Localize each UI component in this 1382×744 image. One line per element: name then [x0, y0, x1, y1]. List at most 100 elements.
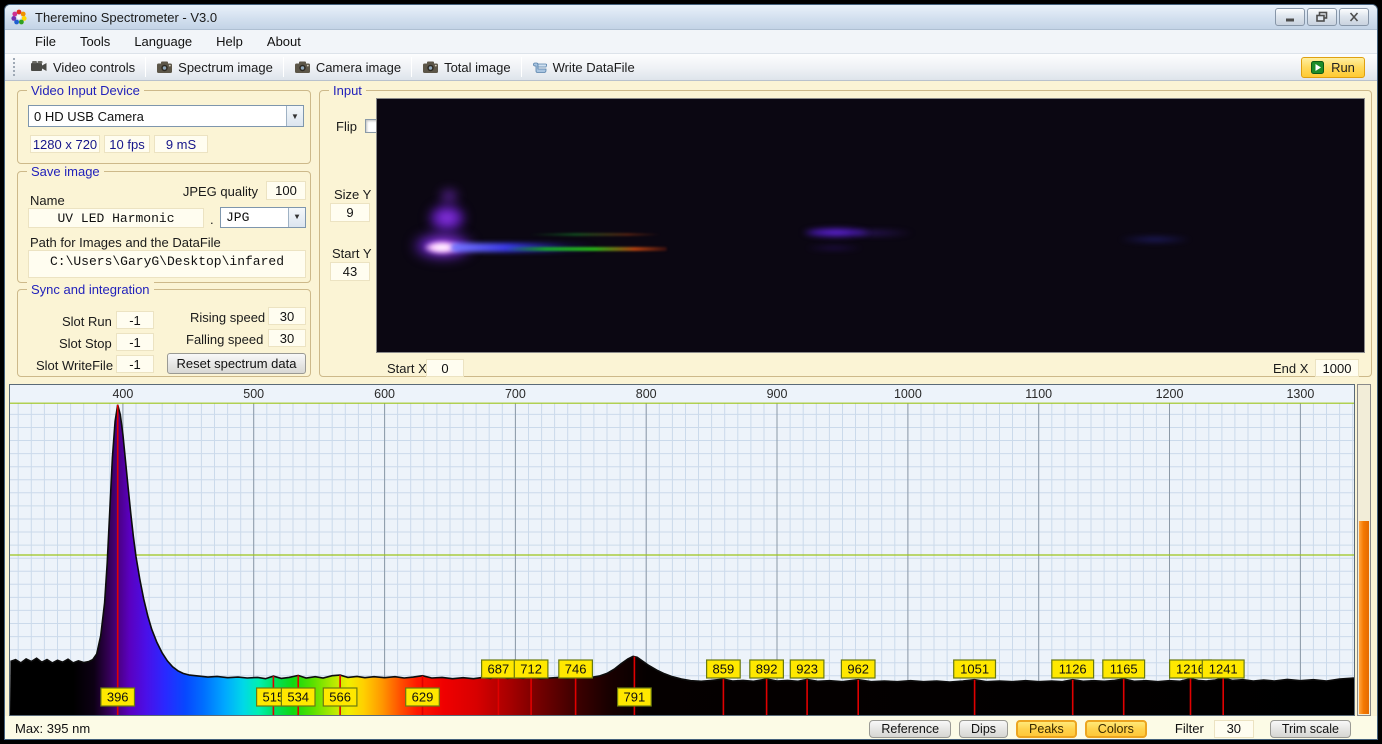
chevron-down-icon: ▼ — [288, 208, 305, 227]
run-label: Run — [1331, 60, 1355, 75]
start-x-label: Start X — [387, 361, 427, 376]
slot-writefile-value[interactable]: -1 — [116, 355, 154, 373]
toolbar-separator — [145, 57, 146, 77]
app-icon — [11, 9, 27, 25]
spectral-blob-violet-small — [437, 187, 461, 205]
menu-about[interactable]: About — [255, 31, 313, 52]
format-select[interactable]: JPG ▼ — [220, 207, 306, 228]
x-tick-label: 800 — [636, 387, 657, 401]
spectral-line-green-red — [505, 247, 667, 251]
slot-stop-label: Slot Stop — [59, 336, 112, 351]
peak-label-text: 1241 — [1209, 662, 1238, 677]
peak-label-text: 712 — [520, 662, 542, 677]
spectral-line-upper — [529, 233, 661, 236]
input-group: Input Flip Size Y 9 Start Y 43 Start X 0… — [319, 90, 1372, 377]
menu-tools[interactable]: Tools — [68, 31, 122, 52]
video-device-select[interactable]: 0 HD USB Camera ▼ — [28, 105, 304, 127]
total-image-label: Total image — [444, 60, 510, 75]
format-value: JPG — [221, 210, 288, 225]
peak-label-text: 962 — [847, 662, 869, 677]
camera-icon — [294, 60, 311, 74]
fps-value: 10 fps — [104, 135, 150, 153]
peak-label-text: 892 — [756, 662, 778, 677]
camera-image-button[interactable]: Camera image — [287, 57, 408, 78]
video-controls-button[interactable]: Video controls — [23, 57, 142, 78]
video-input-group: Video Input Device 0 HD USB Camera ▼ 128… — [17, 90, 311, 164]
menu-help[interactable]: Help — [204, 31, 255, 52]
run-button[interactable]: Run — [1301, 57, 1365, 78]
reference-button[interactable]: Reference — [869, 720, 951, 738]
total-image-button[interactable]: Total image — [415, 57, 517, 78]
toolbar-separator — [283, 57, 284, 77]
x-tick-label: 500 — [243, 387, 264, 401]
slot-stop-value[interactable]: -1 — [116, 333, 154, 351]
close-button[interactable] — [1339, 8, 1369, 26]
peak-label-text: 791 — [624, 690, 646, 705]
path-input[interactable]: C:\Users\GaryG\Desktop\infared — [28, 250, 306, 278]
dips-button[interactable]: Dips — [959, 720, 1008, 738]
peak-label-text: 746 — [565, 662, 587, 677]
exposure-value: 9 mS — [154, 135, 208, 153]
camera-image-label: Camera image — [316, 60, 401, 75]
peak-label-text: 566 — [329, 690, 351, 705]
name-input[interactable]: UV LED Harmonic — [28, 208, 204, 228]
peak-label-text: 923 — [796, 662, 818, 677]
menu-language[interactable]: Language — [122, 31, 204, 52]
spectral-streak-2-tail — [855, 230, 915, 236]
play-icon — [1311, 61, 1324, 74]
start-y-value[interactable]: 43 — [330, 262, 370, 281]
jpeg-quality-label: JPEG quality — [183, 184, 258, 199]
camera-frame — [376, 98, 1365, 353]
x-tick-label: 1100 — [1025, 387, 1052, 401]
video-camera-icon — [30, 60, 48, 74]
status-bar: Max: 395 nm Reference Dips Peaks Colors … — [5, 716, 1377, 740]
video-device-value: 0 HD USB Camera — [29, 109, 286, 124]
chevron-down-icon: ▼ — [286, 106, 303, 126]
trim-scale-button[interactable]: Trim scale — [1270, 720, 1351, 738]
toolbar-separator — [411, 57, 412, 77]
title-bar: Theremino Spectrometer - V3.0 — [5, 5, 1377, 30]
end-x-value[interactable]: 1000 — [1315, 359, 1359, 377]
write-datafile-button[interactable]: Write DataFile — [525, 57, 642, 78]
filter-label: Filter — [1175, 721, 1204, 736]
spectral-blob-violet — [427, 203, 467, 233]
slot-run-label: Slot Run — [62, 314, 112, 329]
x-tick-label: 1300 — [1286, 387, 1314, 401]
start-x-value[interactable]: 0 — [426, 359, 464, 377]
end-x-label: End X — [1273, 361, 1308, 376]
falling-speed-label: Falling speed — [186, 332, 263, 347]
jpeg-quality-value[interactable]: 100 — [266, 181, 306, 200]
sync-group: Sync and integration Slot Run -1 Slot St… — [17, 289, 311, 377]
spectrum-plot: 4005006007008009001000110012001300687712… — [10, 385, 1354, 715]
spectral-streak-2-lower — [805, 245, 863, 251]
peaks-button[interactable]: Peaks — [1016, 720, 1077, 738]
level-meter-fill — [1359, 521, 1369, 714]
x-tick-label: 900 — [767, 387, 788, 401]
colors-button[interactable]: Colors — [1085, 720, 1147, 738]
save-image-group: Save image JPEG quality 100 Name UV LED … — [17, 171, 311, 283]
spectrum-image-label: Spectrum image — [178, 60, 273, 75]
peak-label-text: 1216 — [1176, 662, 1205, 677]
dot-separator: . — [210, 212, 214, 227]
minimize-button[interactable] — [1275, 8, 1305, 26]
restore-button[interactable] — [1307, 8, 1337, 26]
reset-spectrum-button[interactable]: Reset spectrum data — [167, 353, 306, 374]
filter-value[interactable]: 30 — [1214, 720, 1254, 738]
size-y-value[interactable]: 9 — [330, 203, 370, 222]
x-tick-label: 700 — [505, 387, 526, 401]
peak-label-text: 629 — [412, 690, 434, 705]
menu-file[interactable]: File — [23, 31, 68, 52]
peak-label-text: 1126 — [1059, 662, 1087, 677]
scroll-icon — [532, 60, 548, 74]
camera-icon — [156, 60, 173, 74]
name-label: Name — [30, 193, 65, 208]
falling-speed-value[interactable]: 30 — [268, 329, 306, 347]
slot-writefile-label: Slot WriteFile — [36, 358, 113, 373]
spectrum-image-button[interactable]: Spectrum image — [149, 57, 280, 78]
peak-label-text: 534 — [287, 690, 309, 705]
slot-run-value[interactable]: -1 — [116, 311, 154, 329]
rising-speed-value[interactable]: 30 — [268, 307, 306, 325]
start-y-label: Start Y — [332, 246, 372, 261]
input-group-title: Input — [329, 83, 366, 98]
video-controls-label: Video controls — [53, 60, 135, 75]
